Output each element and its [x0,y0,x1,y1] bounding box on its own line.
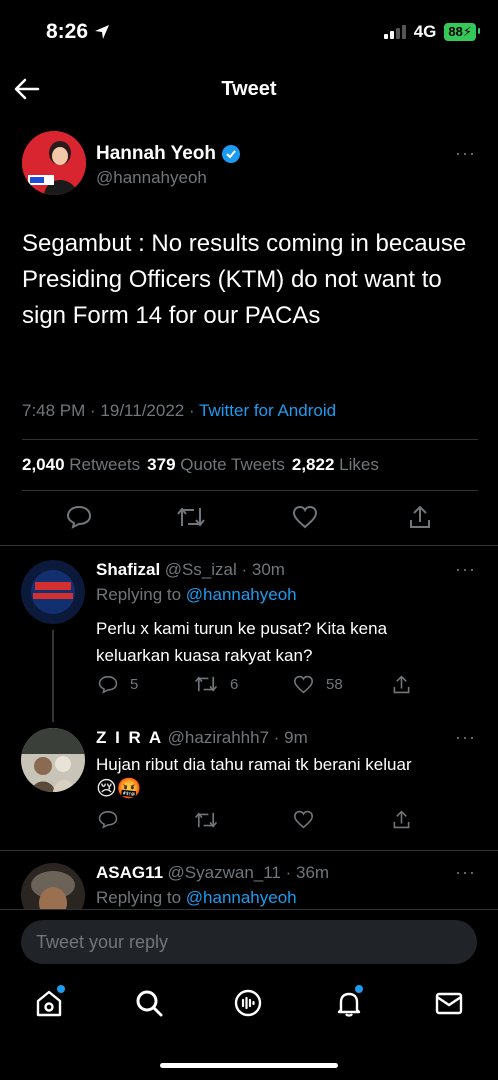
share-icon[interactable] [392,809,411,830]
retweet-count: 6 [230,675,239,693]
search-icon[interactable] [134,988,164,1018]
nav-spaces[interactable] [233,988,267,1022]
retweet-icon[interactable] [176,506,206,528]
reply-input-placeholder[interactable]: Tweet your reply [36,932,168,953]
like-action[interactable]: 58 [293,675,343,694]
share-icon[interactable] [392,674,411,695]
reply-text: Perlu x kami turun ke pusat? Kita kena k… [96,619,388,665]
author-handle[interactable]: @hannahyeoh [96,168,207,188]
like-count: 58 [326,676,343,693]
battery-icon: 88⚡ [444,23,480,41]
reply-author-name[interactable]: Z I R A [96,728,163,747]
reply-avatar[interactable] [21,863,85,909]
notification-dot [355,985,363,993]
nav-notifications[interactable] [334,985,368,1022]
reply-avatar[interactable] [21,560,85,624]
like-icon[interactable] [293,810,314,829]
tweet-meta: 7:48 PM · 19/11/2022 · Twitter for Andro… [22,401,336,421]
reply-header: ASAG11 @Syazwan_11 · 36m [96,863,329,883]
nav-messages[interactable] [434,988,468,1022]
divider [22,439,478,440]
reply-icon[interactable] [66,505,92,529]
retweets-stat[interactable]: 2,040 Retweets [22,455,140,475]
tweet-timestamp: 7:48 PM · 19/11/2022 · [22,401,200,420]
status-indicators: 4G 88⚡ [383,22,480,42]
author-name[interactable]: Hannah Yeoh [96,143,241,165]
signal-icon [383,25,406,39]
reply-author-name[interactable]: Shafizal [96,560,160,579]
more-options-icon[interactable]: ··· [455,559,476,580]
reply-clip: ASAG11 @Syazwan_11 · 36m ··· Replying to… [0,851,498,909]
tweet-text: Segambut : No results coming in because … [22,230,467,329]
location-arrow-icon [95,25,110,39]
more-options-icon[interactable]: ··· [455,727,476,748]
reply-count: 5 [130,676,139,693]
reply-icon[interactable] [98,675,118,694]
more-options-icon[interactable]: ··· [455,143,476,164]
retweet-icon[interactable] [194,675,218,693]
like-icon[interactable] [292,505,318,529]
reply-text: Hujan ribut dia tahu ramai tk berani kel… [96,755,412,774]
reply-emoji: 😢🤬 [96,778,142,800]
divider [22,490,478,491]
divider [0,909,498,910]
mention-link[interactable]: @hannahyeoh [186,585,297,604]
tweet-source-link[interactable]: Twitter for Android [199,401,336,420]
reply-author-name[interactable]: ASAG11 [96,863,163,882]
reply-header: Z I R A @hazirahhh7 · 9m [96,728,308,748]
reply-action[interactable]: 5 [98,675,138,694]
status-time: 8:26 [46,20,110,44]
spaces-icon[interactable] [233,988,263,1018]
nav-search[interactable] [134,988,168,1022]
clock-text: 8:26 [46,20,89,43]
reply-author-handle[interactable]: @Syazwan_11 · 36m [168,863,330,882]
page-title: Tweet [221,78,277,100]
more-options-icon[interactable]: ··· [455,862,476,883]
share-icon[interactable] [408,504,432,530]
replying-to: Replying to @hannahyeoh [96,585,297,604]
reply-author-handle[interactable]: @hazirahhh7 · 9m [168,728,308,747]
mail-icon[interactable] [434,988,464,1018]
reply-header: Shafizal @Ss_izal · 30m [96,560,285,580]
verified-badge-icon [222,145,241,163]
replying-to: Replying to @hannahyeoh [96,888,297,907]
avatar[interactable] [22,131,86,195]
nav-home[interactable] [34,985,68,1022]
quotes-stat[interactable]: 379 Quote Tweets [147,455,285,475]
retweet-icon[interactable] [194,811,218,829]
thread-line [52,630,54,722]
home-indicator [160,1063,338,1068]
tweet-stats: 2,040 Retweets 379 Quote Tweets 2,822 Li… [22,455,379,475]
likes-stat[interactable]: 2,822 Likes [292,455,379,475]
mention-link[interactable]: @hannahyeoh [186,888,297,907]
reply-avatar[interactable] [21,728,85,792]
like-icon[interactable] [293,675,314,694]
notification-dot [57,985,65,993]
reply-author-handle[interactable]: @Ss_izal · 30m [165,560,285,579]
divider [0,545,498,546]
network-label: 4G [413,22,437,41]
retweet-action[interactable]: 6 [194,675,238,693]
reply-icon[interactable] [98,810,118,829]
